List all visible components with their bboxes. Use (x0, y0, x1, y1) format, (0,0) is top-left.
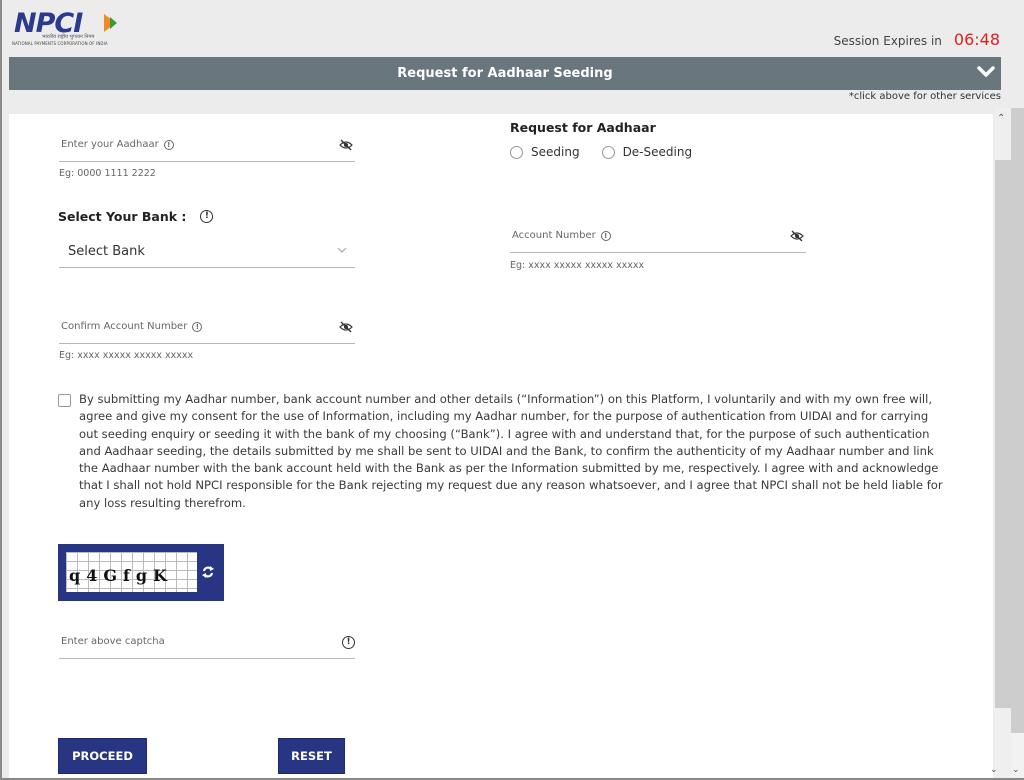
select-bank-title: Select Your Bank : ! (58, 209, 214, 224)
window-border (0, 0, 2, 780)
outer-scroll-down-icon[interactable]: ⌄ (1012, 765, 1020, 775)
captcha-text: q4GfgK (69, 566, 173, 585)
radio-circle[interactable] (510, 145, 523, 159)
radio-de-seeding-label: De-Seeding (622, 145, 693, 159)
info-icon[interactable]: ! (192, 321, 203, 332)
logo-subtitle: NATIONAL PAYMENTS CORPORATION OF INDIA (12, 41, 108, 46)
scroll-down-icon[interactable]: ⌄ (990, 765, 998, 775)
session-label: Session Expires in (833, 34, 942, 48)
account-number-input[interactable]: Account Number ! (510, 222, 806, 253)
consent-text: By submitting my Aadhar number, bank acc… (79, 392, 943, 510)
chevron-down-icon (337, 247, 347, 253)
confirm-account-number-label: Confirm Account Number ! (61, 321, 203, 332)
aadhaar-hint: Eg: 0000 1111 2222 (59, 168, 156, 179)
reset-button[interactable]: RESET (278, 738, 345, 774)
eye-slash-icon[interactable] (339, 321, 353, 333)
logo-hindi-text: भारतीय राष्ट्रीय भुगतान निगम (42, 34, 95, 40)
aadhaar-label: Enter your Aadhaar ! (61, 139, 174, 150)
radio-seeding-label: Seeding (531, 145, 580, 159)
select-bank-title-text: Select Your Bank : (58, 209, 187, 224)
aadhaar-label-text: Enter your Aadhaar (61, 139, 159, 150)
confirm-account-number-input[interactable]: Confirm Account Number ! (59, 313, 355, 344)
eye-slash-icon[interactable] (339, 139, 353, 151)
chevron-down-icon[interactable] (977, 65, 995, 79)
info-icon[interactable]: ! (342, 636, 355, 649)
confirm-account-number-label-text: Confirm Account Number (61, 321, 188, 332)
captcha-box: q4GfgK (58, 544, 224, 601)
radio-circle[interactable] (601, 145, 615, 159)
aadhaar-input[interactable]: Enter your Aadhaar ! (59, 131, 355, 162)
logo-arrow-inner-icon (110, 17, 117, 29)
scroll-up-icon[interactable]: ⌃ (997, 113, 1005, 124)
consent-checkbox[interactable] (58, 394, 71, 407)
service-hint: *click above for other services (848, 91, 1001, 102)
refresh-icon[interactable] (201, 564, 215, 580)
info-icon[interactable]: ! (163, 139, 174, 150)
radio-de-seeding[interactable]: De-Seeding (601, 145, 693, 159)
proceed-button[interactable]: PROCEED (58, 738, 147, 774)
account-number-label-text: Account Number (512, 230, 596, 241)
service-title: Request for Aadhaar Seeding (397, 66, 613, 81)
service-selector-bar[interactable]: Request for Aadhaar Seeding (9, 57, 1001, 90)
request-type-title: Request for Aadhaar (510, 120, 656, 135)
account-number-label: Account Number ! (512, 230, 611, 241)
session-timer: Session Expires in 06:48 (834, 30, 1000, 49)
outer-scrollbar-thumb[interactable] (1011, 108, 1024, 733)
account-number-hint: Eg: xxxx xxxxx xxxxx xxxxx (510, 260, 645, 271)
radio-seeding[interactable]: Seeding (510, 145, 580, 159)
npci-logo: NPCI भारतीय राष्ट्रीय भुगतान निगम NATION… (12, 8, 122, 50)
captcha-input[interactable]: Enter above captcha ! (59, 628, 355, 659)
captcha-image: q4GfgK (66, 552, 197, 592)
bank-select-value: Select Bank (68, 244, 145, 259)
session-time: 06:48 (953, 30, 1000, 49)
inner-scrollbar-thumb[interactable] (995, 160, 1011, 708)
consent-section: By submitting my Aadhar number, bank acc… (58, 391, 948, 512)
captcha-input-label: Enter above captcha (61, 636, 165, 647)
request-type-radio-group: Seeding De-Seeding (510, 145, 714, 159)
info-icon[interactable]: ! (600, 230, 611, 241)
eye-slash-icon[interactable] (790, 230, 804, 242)
confirm-account-number-hint: Eg: xxxx xxxxx xxxxx xxxxx (59, 350, 194, 361)
bank-select[interactable]: Select Bank (59, 238, 355, 268)
info-icon[interactable]: ! (200, 210, 214, 223)
